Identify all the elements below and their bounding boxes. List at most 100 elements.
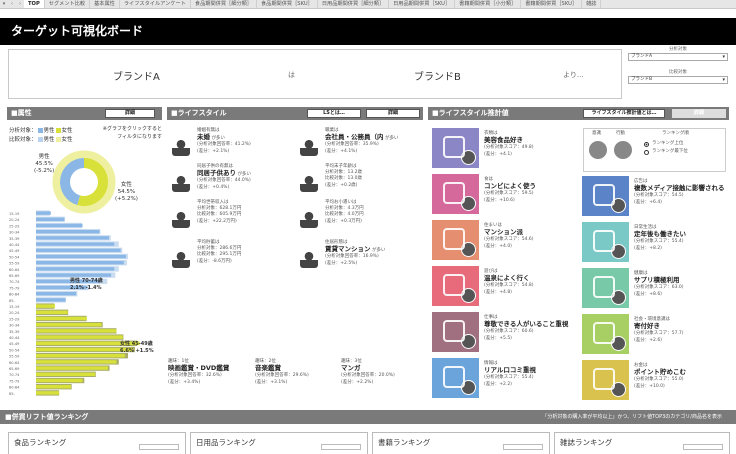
female-age-bar[interactable] [36, 347, 133, 352]
tile-glyph-icon [443, 366, 465, 388]
awareness-head-icon [589, 141, 607, 159]
male-age-bar[interactable] [36, 298, 66, 302]
yen-coins-icon[interactable] [582, 360, 629, 400]
hobby-text: (差分：+2.2%) [341, 379, 374, 385]
newspaper-icon[interactable] [432, 358, 479, 398]
female-age-bar[interactable] [36, 378, 83, 383]
tab-scroll-left-icon[interactable]: ‹ [8, 1, 16, 7]
tab-3[interactable]: ライフスタイルアンケート [120, 0, 191, 8]
compare-select-label: 比較対象 [669, 70, 687, 75]
age-tick-label: 30-34 [9, 324, 20, 328]
compare-select[interactable]: ブランドB [628, 76, 728, 84]
female-age-bar[interactable] [36, 310, 68, 314]
money-hand-icon [300, 210, 318, 228]
lifestyle-text: (差分：+4.1%) [325, 148, 358, 154]
walking-icon[interactable] [582, 222, 629, 262]
daily-ranking-control[interactable] [321, 444, 361, 450]
lifestyle-text: (差分：+22.2万円) [197, 218, 237, 224]
estimate-text: (差分：+4.8) [484, 289, 512, 295]
estimate-text: 定年後も働きたい [634, 230, 686, 239]
magazine-ranking-control[interactable] [683, 444, 723, 450]
house-tile-icon[interactable] [432, 220, 479, 260]
tab-8[interactable]: 書籍期間併買［小分類］ [455, 0, 522, 8]
tab-2[interactable]: 基本属性 [90, 0, 120, 8]
estimate-text: サプリ積極利用 [634, 276, 680, 285]
male-age-bar[interactable] [36, 223, 83, 228]
gamepad-icon[interactable] [432, 266, 479, 306]
age-tick-label: 45-49 [9, 342, 20, 346]
lifestyle-text: 比較対象：605.9万円 [197, 212, 242, 218]
male-age-bar[interactable] [36, 254, 126, 259]
book-ranking-control[interactable] [503, 444, 543, 450]
female-age-bar[interactable] [36, 360, 117, 364]
lifestyle-text: (分析対象回答率：41.2%) [197, 142, 251, 148]
male-age-bar[interactable] [36, 261, 124, 265]
male-age-bar[interactable] [36, 248, 121, 252]
tab-10[interactable]: 雑誌 [582, 0, 602, 8]
attributes-filter-note: ※グラフをクリックすると フィルタになります [102, 126, 162, 140]
lifestyle-text: (分析対象回答率：16.9%) [325, 254, 379, 260]
tile-glyph-icon [443, 182, 465, 204]
male-age-bar[interactable] [36, 273, 112, 277]
lifestyle-header: ■ライフスタイル LSとは… 詳細 [167, 107, 423, 120]
attributes-detail-button[interactable]: 詳細 [105, 109, 155, 118]
lifestyle-detail-button[interactable]: 詳細 [366, 109, 420, 118]
male-age-bar[interactable] [36, 230, 100, 234]
gender-donut-chart[interactable] [50, 148, 118, 216]
compare-particle: は [288, 71, 295, 79]
estimate-about-button[interactable]: ライフスタイル推計値とは… [583, 109, 665, 118]
male-age-bar[interactable] [36, 211, 51, 215]
female-age-bar[interactable] [36, 304, 56, 308]
male-age-bar[interactable] [36, 242, 115, 246]
food-ranking-control[interactable] [139, 444, 179, 450]
tab-4[interactable]: 食品期間併買［細分類］ [191, 0, 257, 8]
megaphone-icon[interactable] [582, 176, 629, 216]
tab-0[interactable]: TOP [24, 0, 45, 8]
age-tick-label: 40-44 [9, 336, 20, 340]
estimate-text: (分析対象スコア：49.8) [484, 145, 534, 151]
tab-9[interactable]: 書籍期間併買［SKU］ [521, 0, 583, 8]
female-age-bar[interactable] [36, 335, 123, 339]
age-tick-label: 45-49 [9, 249, 20, 253]
female-age-bar[interactable] [36, 316, 87, 321]
health-icon[interactable] [582, 268, 629, 308]
female-age-bar[interactable] [36, 354, 125, 358]
briefcase-icon[interactable] [432, 312, 479, 352]
tshirt-icon[interactable] [432, 128, 479, 168]
target-select[interactable]: ブランドA [628, 53, 728, 61]
male-age-bar[interactable] [36, 267, 115, 271]
female-age-bar[interactable] [36, 372, 96, 376]
lifestyle-text: 比較対象：4.0万円 [325, 212, 364, 218]
food-icon[interactable] [432, 174, 479, 214]
ranking-bottom-radio[interactable] [644, 150, 649, 155]
male-age-bar[interactable] [36, 292, 77, 296]
social-icon[interactable] [582, 314, 629, 354]
lifestyle-item: 平均末子年齢は 分析対象：13.2歳 比較対象：13.0歳 (差分：+0.2歳) [325, 164, 362, 189]
estimate-tile-text: 遊びは 温泉によく行く (分析対象スコア：54.8) (差分：+4.8) [484, 269, 534, 296]
age-pyramid-chart[interactable]: 15-19 20-24 25-29 30-34 35-39 40-44 45-49 50-54… [8, 210, 163, 405]
female-age-bar[interactable] [36, 391, 60, 395]
ranking-header: ■併買リフト値ランキング 「分析対象の購入率が平均以上」かつ、リフト値TOP3の… [0, 410, 736, 424]
estimate-text: (差分：+10.0) [634, 383, 665, 389]
tab-6[interactable]: 日用品期間併買［細分類］ [318, 0, 390, 8]
tile-glyph-icon [593, 368, 615, 390]
tab-7[interactable]: 日用品期間併買［SKU］ [389, 0, 456, 8]
ls-about-button[interactable]: LSとは… [307, 109, 361, 118]
female-age-bar[interactable] [36, 385, 71, 389]
lifestyle-text: が多い [211, 136, 225, 142]
male-age-bar[interactable] [36, 236, 110, 240]
estimate-detail-button[interactable]: 詳細 [672, 109, 726, 118]
tab-scroll-right-icon[interactable]: › [16, 1, 24, 7]
male-age-bar[interactable] [36, 217, 65, 221]
age-tick-label: 75-79 [9, 379, 20, 383]
tab-1[interactable]: セグメント比較 [45, 0, 91, 8]
female-age-bar[interactable] [36, 323, 102, 327]
ranking-top-radio[interactable] [644, 142, 649, 147]
book-ranking-title: 書籍ランキング [378, 438, 431, 447]
lifestyle-text: (差分：+0.3万円) [325, 218, 362, 224]
tab-scroll-down-icon[interactable]: ▾ [0, 1, 8, 7]
tab-5[interactable]: 食品期間併買［SKU］ [257, 0, 318, 8]
female-age-bar[interactable] [36, 366, 108, 370]
estimate-text: ポイント貯めこむ [634, 368, 686, 377]
female-age-bar[interactable] [36, 329, 117, 333]
